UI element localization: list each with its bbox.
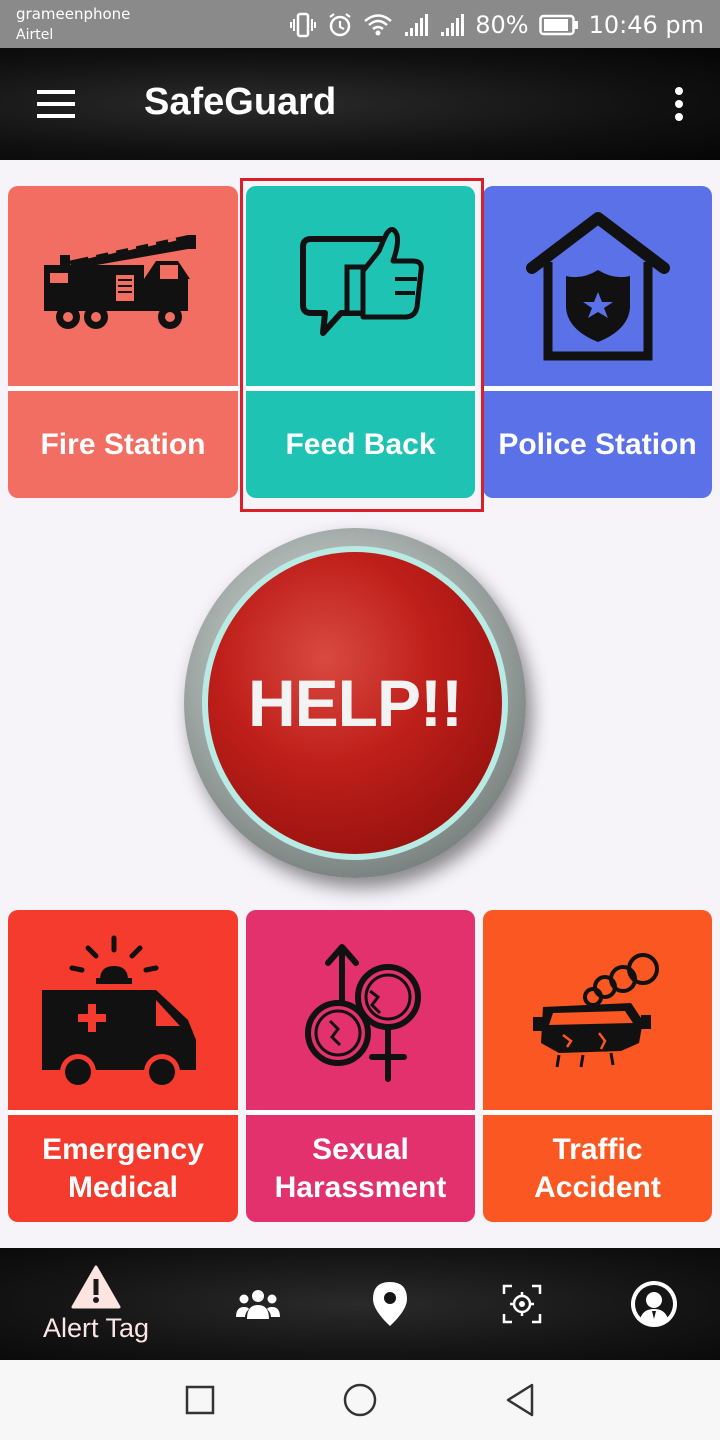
hamburger-menu-icon[interactable] bbox=[30, 78, 82, 130]
fire-truck-icon bbox=[8, 186, 238, 386]
police-station-icon bbox=[483, 186, 712, 386]
nav-alert-tag[interactable]: Alert Tag bbox=[32, 1248, 160, 1360]
tile-label: Fire Station bbox=[40, 427, 206, 461]
tile-label: Emergency Medical bbox=[42, 1132, 204, 1204]
tile-label: Police Station bbox=[498, 427, 697, 461]
tile-sexual-harassment[interactable]: Sexual Harassment bbox=[246, 910, 475, 1222]
wifi-icon bbox=[364, 14, 393, 36]
people-group-icon bbox=[236, 1290, 280, 1319]
tile-police-station[interactable]: Police Station bbox=[483, 186, 712, 498]
nav-people[interactable] bbox=[228, 1248, 288, 1360]
vibrate-icon bbox=[290, 12, 317, 38]
profile-avatar-icon bbox=[631, 1281, 677, 1327]
help-button[interactable]: HELP!! bbox=[184, 528, 532, 884]
home-circle-icon[interactable] bbox=[340, 1380, 380, 1420]
tile-emergency-medical[interactable]: Emergency Medical bbox=[8, 910, 238, 1222]
nav-profile[interactable] bbox=[624, 1248, 684, 1360]
recents-square-icon[interactable] bbox=[180, 1380, 220, 1420]
bottom-nav: Alert Tag bbox=[0, 1248, 720, 1360]
ambulance-icon bbox=[8, 910, 238, 1110]
help-label: HELP!! bbox=[248, 666, 463, 740]
battery-icon bbox=[538, 14, 578, 36]
alert-triangle-icon bbox=[71, 1265, 121, 1308]
crosshair-icon bbox=[502, 1284, 542, 1324]
system-nav-bar bbox=[0, 1360, 720, 1440]
car-crash-icon bbox=[483, 910, 712, 1110]
status-bar: grameenphone Airtel 80% 10:46 pm bbox=[0, 0, 720, 48]
app-title: SafeGuard bbox=[144, 81, 337, 123]
signal-icon bbox=[405, 14, 429, 36]
nav-target[interactable] bbox=[492, 1248, 552, 1360]
nav-alert-label: Alert Tag bbox=[42, 1312, 150, 1343]
alarm-icon bbox=[329, 13, 351, 37]
tile-label: Sexual Harassment bbox=[274, 1132, 447, 1204]
selection-highlight bbox=[240, 178, 484, 512]
back-triangle-icon[interactable] bbox=[500, 1380, 540, 1420]
nav-location[interactable] bbox=[360, 1248, 420, 1360]
tile-fire-station[interactable]: Fire Station bbox=[8, 186, 238, 498]
status-icons: 80% 10:46 pm bbox=[289, 8, 704, 42]
tile-traffic-accident[interactable]: Traffic Accident bbox=[483, 910, 712, 1222]
app-bar: SafeGuard bbox=[0, 48, 720, 160]
carrier-primary: grameenphone bbox=[16, 5, 131, 23]
carrier-secondary: Airtel bbox=[16, 27, 54, 43]
gender-broken-icon bbox=[246, 910, 475, 1110]
clock: 10:46 pm bbox=[588, 11, 704, 39]
signal-icon bbox=[441, 14, 465, 36]
tile-label: Traffic Accident bbox=[534, 1132, 661, 1204]
more-vert-icon[interactable] bbox=[664, 78, 694, 130]
location-pin-icon bbox=[373, 1282, 407, 1326]
battery-percent: 80% bbox=[475, 11, 529, 39]
